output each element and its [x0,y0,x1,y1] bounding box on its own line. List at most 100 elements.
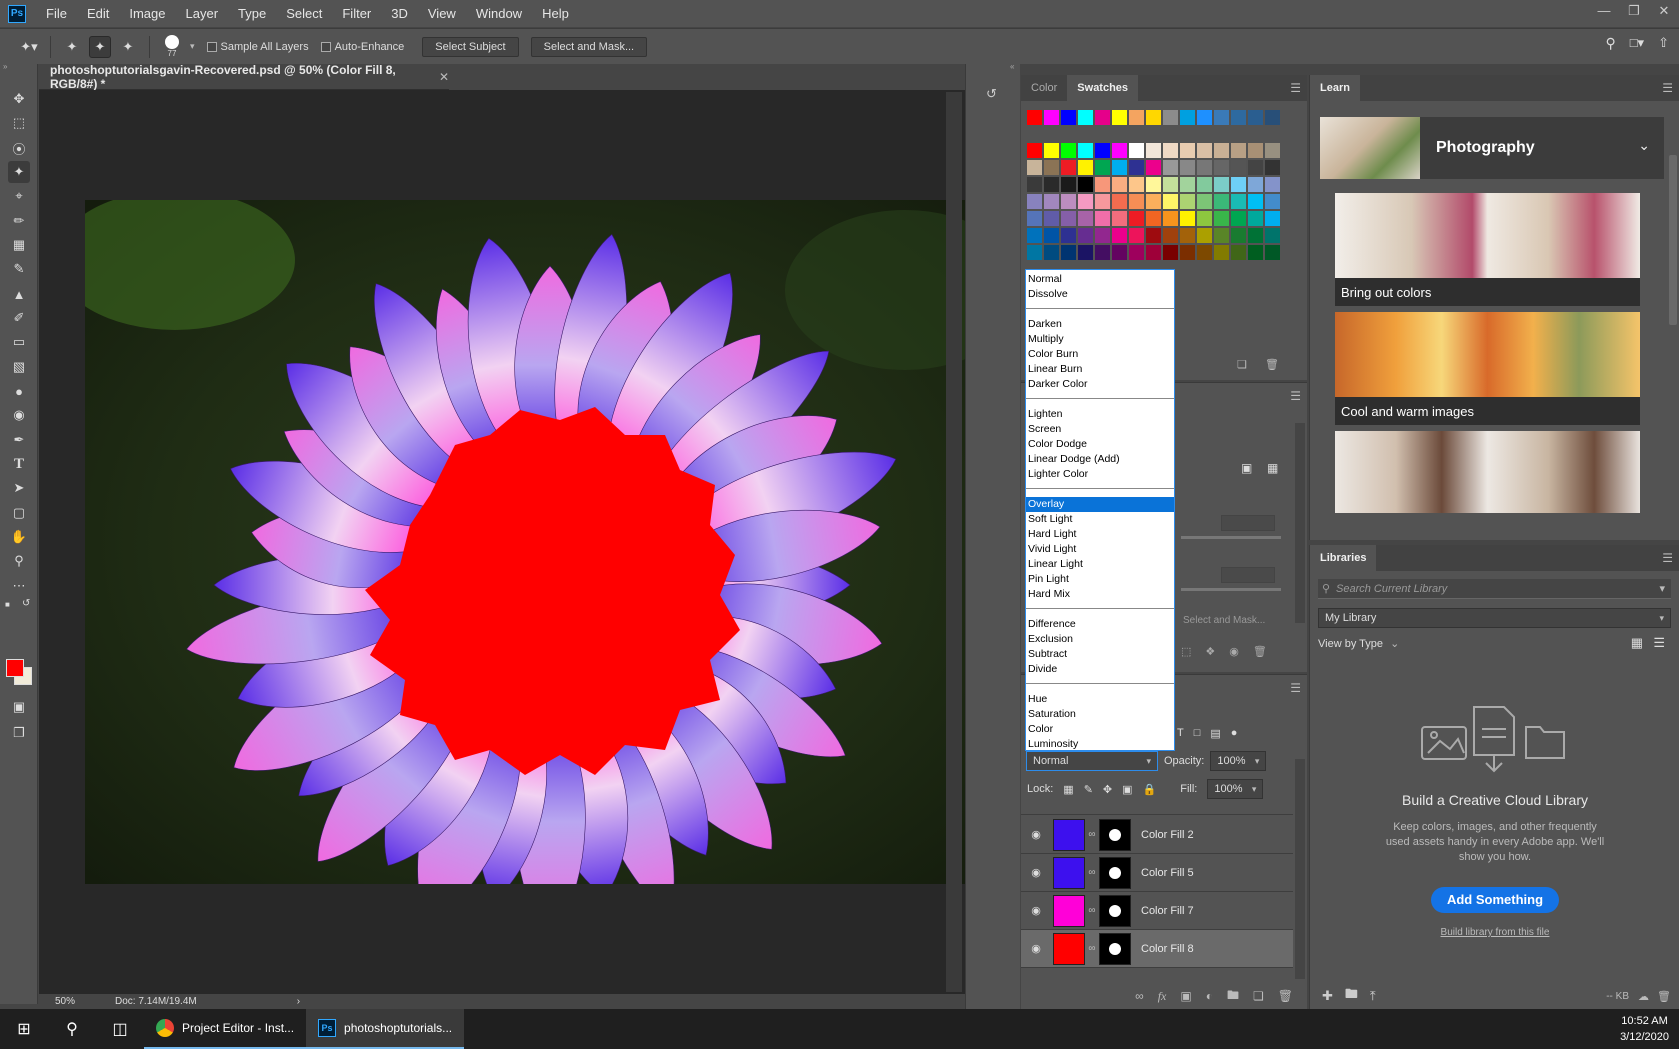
menu-image[interactable]: Image [119,0,175,27]
eye-icon[interactable]: ◉ [1021,942,1051,955]
swatch[interactable] [1197,194,1212,209]
swatch[interactable] [1095,194,1110,209]
recent-swatch[interactable] [1095,110,1110,125]
panel-menu-icon[interactable]: ☰ [1290,81,1301,95]
swatch[interactable] [1265,245,1280,260]
layers-scrollbar[interactable] [1295,759,1305,979]
add-mask-icon[interactable]: ▣ [1180,989,1191,1003]
swatch[interactable] [1197,177,1212,192]
swatch[interactable] [1197,211,1212,226]
recent-swatch[interactable] [1214,110,1229,125]
tab-libraries[interactable]: Libraries [1310,545,1377,571]
zoom-level[interactable]: 50% [55,996,75,1007]
blend-option-vivid-light[interactable]: Vivid Light [1026,542,1174,557]
swatch[interactable] [1112,228,1127,243]
quick-selection-tool-icon[interactable]: ✦ [8,161,30,183]
system-clock[interactable]: 10:52 AM 3/12/2020 [1620,1013,1669,1045]
recent-swatch[interactable] [1146,110,1161,125]
swatch[interactable] [1129,143,1144,158]
swatch[interactable] [1214,160,1229,175]
swatch[interactable] [1044,177,1059,192]
blend-option-multiply[interactable]: Multiply [1026,332,1174,347]
swatch[interactable] [1027,245,1042,260]
swatch[interactable] [1214,245,1229,260]
tab-color[interactable]: Color [1021,75,1067,101]
eye-icon[interactable]: ◉ [1021,828,1051,841]
blend-option-darker-color[interactable]: Darker Color [1026,377,1174,392]
swatch[interactable] [1061,211,1076,226]
list-view-icon[interactable]: ☰ [1653,635,1665,651]
sample-all-layers-checkbox[interactable]: Sample All Layers [206,41,309,53]
layer-row[interactable]: ◉ ∞ Color Fill 2 [1021,816,1293,854]
move-tool-icon[interactable]: ✥ [8,88,30,110]
swatch[interactable] [1248,228,1263,243]
feather-slider[interactable] [1181,588,1281,591]
swatch[interactable] [1231,211,1246,226]
lasso-tool-icon[interactable]: ⦿ [8,137,30,159]
recent-swatch[interactable] [1265,110,1280,125]
swatch[interactable] [1248,245,1263,260]
close-tab-icon[interactable]: ✕ [439,70,449,84]
lock-all-icon[interactable]: 🔒 [1143,783,1157,796]
brush-tool-icon[interactable]: ✎ [8,258,30,280]
chevron-right-icon[interactable]: › [297,996,300,1007]
swatch[interactable] [1112,211,1127,226]
history-brush-tool-icon[interactable]: ✐ [8,307,30,329]
learn-card-bring-out-colors[interactable]: Bring out colors [1335,193,1640,306]
menu-window[interactable]: Window [466,0,532,27]
add-to-selection-icon[interactable]: ✦ [89,35,111,58]
lock-image-icon[interactable]: ✎ [1084,783,1093,796]
new-swatch-icon[interactable]: ❏ [1237,358,1247,371]
chevron-down-icon[interactable]: ⌄ [1638,137,1650,154]
healing-brush-tool-icon[interactable]: ▦ [8,234,30,256]
swatch[interactable] [1248,177,1263,192]
folder-icon[interactable]: 🖿 [1345,985,1358,1007]
new-group-icon[interactable]: 🖿 [1227,986,1239,1007]
swatch[interactable] [1248,194,1263,209]
swatch[interactable] [1163,194,1178,209]
swatch[interactable] [1146,143,1161,158]
grid-view-icon[interactable]: ▦ [1631,635,1643,651]
view-by-type[interactable]: View by Type ⌄ [1318,637,1399,650]
blend-mode-select[interactable]: Normal ▾ [1026,751,1158,771]
blend-option-divide[interactable]: Divide [1026,662,1174,677]
swatch[interactable] [1163,160,1178,175]
swatch[interactable] [1180,160,1195,175]
gradient-tool-icon[interactable]: ▧ [8,356,30,378]
swatch[interactable] [1112,194,1127,209]
select-subject-button[interactable]: Select Subject [422,36,519,57]
swatch[interactable] [1265,160,1280,175]
swatch[interactable] [1146,160,1161,175]
swatch[interactable] [1180,143,1195,158]
layer-style-icon[interactable]: fx [1158,989,1167,1004]
blend-option-soft-light[interactable]: Soft Light [1026,512,1174,527]
swatch[interactable] [1146,194,1161,209]
swatch[interactable] [1112,143,1127,158]
swatch[interactable] [1265,143,1280,158]
delete-layer-icon[interactable]: 🗑 [1278,989,1293,1003]
build-library-link[interactable]: Build library from this file [1310,927,1679,938]
swatch[interactable] [1197,245,1212,260]
select-and-mask-link[interactable]: Select and Mask... [1183,615,1265,626]
taskbar-app-photoshop[interactable]: Ps photoshoptutorials... [306,1009,465,1049]
density-field[interactable] [1221,515,1275,531]
swatch[interactable] [1265,194,1280,209]
load-selection-icon[interactable]: ⬚ [1181,645,1191,658]
menu-3d[interactable]: 3D [381,0,418,27]
swatch[interactable] [1061,194,1076,209]
filter-toggle-icon[interactable]: ● [1231,727,1238,740]
clone-stamp-tool-icon[interactable]: ▲ [8,283,30,305]
swatch[interactable] [1163,228,1178,243]
auto-enhance-checkbox[interactable]: Auto-Enhance [320,41,404,53]
more-tools-icon[interactable]: ⋯ [8,575,30,597]
blend-option-exclusion[interactable]: Exclusion [1026,632,1174,647]
zoom-tool-icon[interactable]: ⚲ [8,550,30,572]
recent-swatch[interactable] [1027,110,1042,125]
share-icon[interactable]: ⇧ [1658,35,1669,52]
layer-row-partial[interactable] [1021,803,1293,815]
swatch[interactable] [1044,194,1059,209]
tab-learn[interactable]: Learn [1310,75,1360,101]
swatch[interactable] [1163,211,1178,226]
cloud-icon[interactable]: ☁ [1638,990,1649,1003]
adjustment-layer-icon[interactable]: ◐ [1206,989,1213,1003]
